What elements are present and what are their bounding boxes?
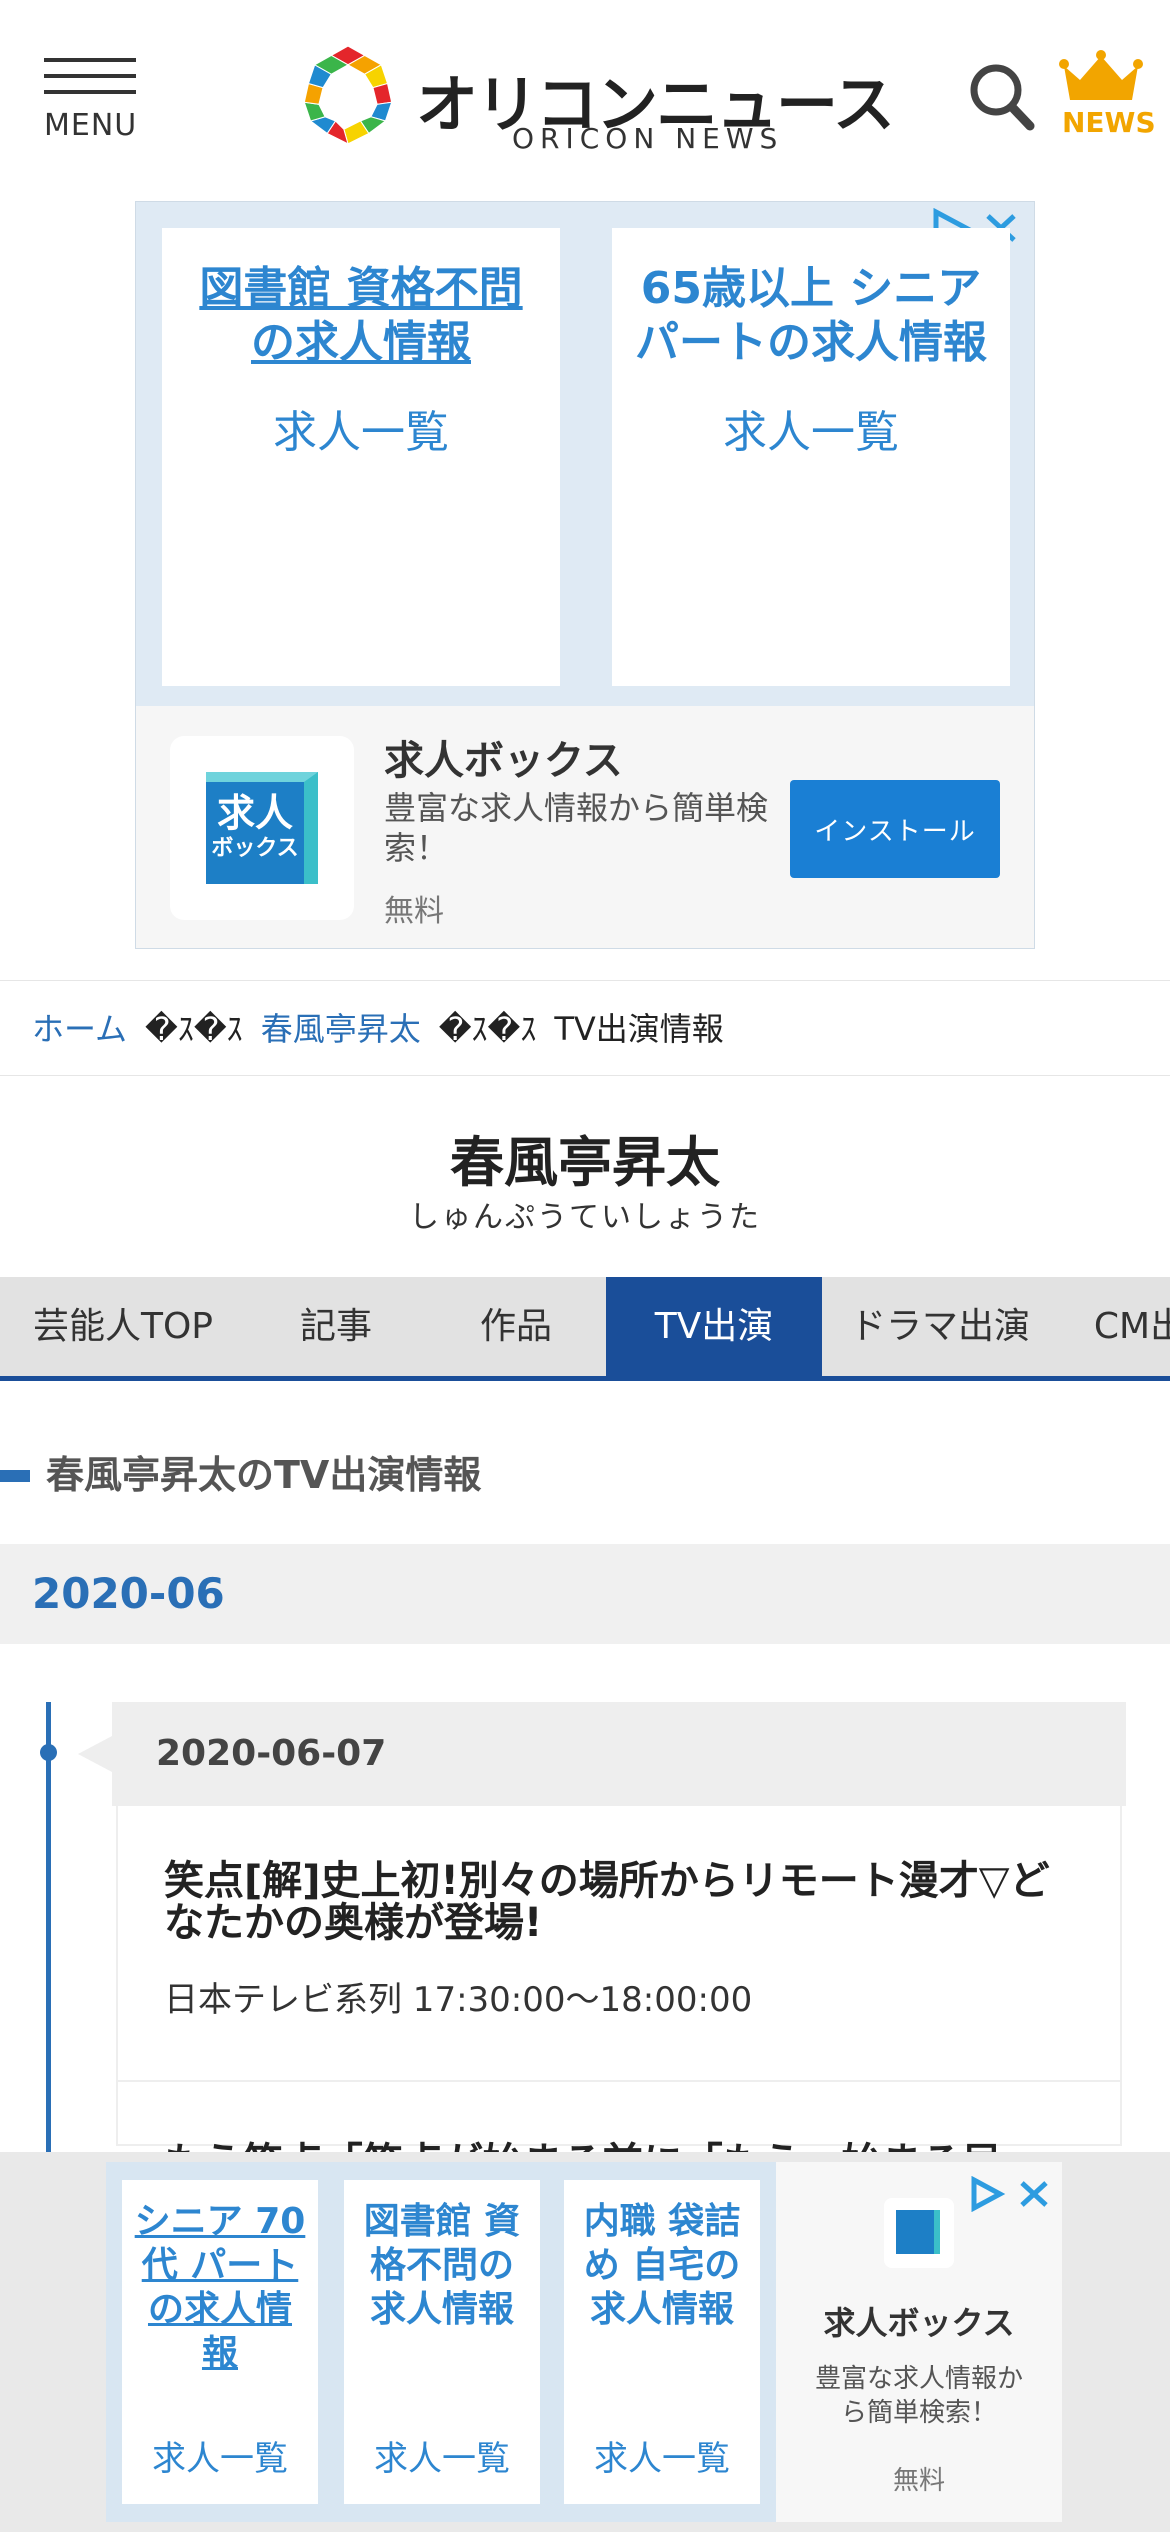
site-header: MENU オリコンニュース ORICON NEWS NEWS bbox=[0, 0, 1170, 190]
install-button[interactable]: インストール bbox=[790, 780, 1000, 878]
timeline-dot bbox=[40, 1744, 57, 1761]
tab-works[interactable]: 作品 bbox=[426, 1277, 606, 1376]
app-name: 求人ボックス bbox=[384, 738, 623, 784]
ad-tile-2[interactable]: 図書館 資格不問の求人情報 求人一覧 bbox=[344, 2180, 540, 2504]
news-label: NEWS bbox=[1062, 106, 1156, 139]
ad-tile-sub: 求人一覧 bbox=[594, 2439, 730, 2479]
ad-tile-1[interactable]: 図書館 資格不問の求人情報 求人一覧 bbox=[162, 228, 560, 686]
tab-drama[interactable]: ドラマ出演 bbox=[822, 1277, 1058, 1376]
divider bbox=[118, 2080, 1120, 2082]
bottom-advertisement: シニア 70代 パートの求人情報 求人一覧 図書館 資格不問の求人情報 求人一覧… bbox=[0, 2152, 1170, 2532]
app-icon-text: ボックス bbox=[211, 836, 299, 861]
tab-tv[interactable]: TV出演 bbox=[606, 1277, 822, 1376]
search-icon[interactable] bbox=[966, 60, 1036, 134]
ad-tile-sub: 求人一覧 bbox=[273, 407, 449, 458]
ad-choices-icon[interactable] bbox=[966, 2176, 1056, 2212]
month-heading: 2020-06 bbox=[0, 1544, 1170, 1644]
breadcrumb: ホーム �ｽ�ｽ 春風亭昇太 �ｽ�ｽ TV出演情報 bbox=[0, 980, 1170, 1076]
breadcrumb-separator: �ｽ�ｽ bbox=[145, 1010, 243, 1048]
ad-tile-title: シニア 70代 パートの求人情報 bbox=[134, 2201, 306, 2374]
app-icon bbox=[884, 2198, 954, 2268]
tab-top[interactable]: 芸能人TOP bbox=[0, 1277, 246, 1376]
logo-subtitle: ORICON NEWS bbox=[512, 122, 784, 155]
menu-button[interactable]: MENU bbox=[44, 58, 136, 148]
tab-cm[interactable]: CM出演 bbox=[1058, 1277, 1170, 1376]
app-description: 豊富な求人情報から簡単検索！ bbox=[384, 789, 769, 867]
ad-tile-1[interactable]: シニア 70代 パートの求人情報 求人一覧 bbox=[122, 2180, 318, 2504]
ad-app-promo[interactable]: 求人 ボックス 求人ボックス 豊富な求人情報から簡単検索！ 無料 インストール bbox=[136, 706, 1034, 948]
ad-tile-title: 図書館 資格不問の求人情報 bbox=[199, 263, 523, 368]
ad-tile-title: 内職 袋詰め 自宅の求人情報 bbox=[583, 2201, 741, 2330]
breadcrumb-separator: �ｽ�ｽ bbox=[438, 1010, 537, 1048]
section-heading: 春風亭昇太のTV出演情報 bbox=[0, 1450, 481, 1500]
breadcrumb-person-link[interactable]: 春風亭昇太 bbox=[261, 1010, 421, 1048]
app-icon: 求人 ボックス bbox=[170, 736, 354, 920]
ad-tile-sub: 求人一覧 bbox=[723, 407, 899, 458]
breadcrumb-current: TV出演情報 bbox=[554, 1010, 724, 1048]
program-title[interactable]: 笑点[解]史上初!別々の場所からリモート漫才▽どなたかの奥様が登場! bbox=[164, 1860, 1084, 1944]
ad-tile-3[interactable]: 内職 袋詰め 自宅の求人情報 求人一覧 bbox=[564, 2180, 760, 2504]
app-icon-text: 求人 bbox=[216, 791, 293, 835]
app-price: 無料 bbox=[384, 894, 444, 929]
app-description: 豊富な求人情報から簡単検索！ bbox=[814, 2364, 1023, 2428]
top-advertisement: 図書館 資格不問の求人情報 求人一覧 65歳以上 シニアパートの求人情報 求人一… bbox=[135, 201, 1035, 949]
program-broadcast-info: 日本テレビ系列 17:30:00〜18:00:00 bbox=[164, 1980, 753, 2020]
timeline-line bbox=[46, 1702, 51, 2152]
ad-tile-title: 図書館 資格不問の求人情報 bbox=[363, 2201, 521, 2330]
tab-articles[interactable]: 記事 bbox=[246, 1277, 426, 1376]
ad-tile-title: 65歳以上 シニアパートの求人情報 bbox=[635, 263, 987, 368]
app-price: 無料 bbox=[892, 2466, 945, 2496]
oricon-logo-icon[interactable] bbox=[296, 44, 400, 148]
app-name: 求人ボックス bbox=[823, 2304, 1015, 2342]
menu-label: MENU bbox=[44, 108, 138, 143]
ad-app-promo[interactable]: 求人ボックス 豊富な求人情報から簡単検索！ 無料 bbox=[776, 2162, 1062, 2522]
ad-tile-sub: 求人一覧 bbox=[374, 2439, 510, 2479]
breadcrumb-home-link[interactable]: ホーム bbox=[32, 1010, 127, 1048]
program-list: 笑点[解]史上初!別々の場所からリモート漫才▽どなたかの奥様が登場! 日本テレビ… bbox=[116, 1806, 1122, 2186]
ad-tile-sub: 求人一覧 bbox=[152, 2439, 288, 2479]
page-title-reading: しゅんぷうていしょうた bbox=[409, 1200, 761, 1235]
news-ranking-button[interactable]: NEWS bbox=[1058, 50, 1156, 140]
crown-icon bbox=[1059, 50, 1143, 100]
page-title: 春風亭昇太 bbox=[450, 1131, 720, 1194]
ad-tile-2[interactable]: 65歳以上 シニアパートの求人情報 求人一覧 bbox=[612, 228, 1010, 686]
profile-tabs: 芸能人TOP 記事 作品 TV出演 ドラマ出演 CM出演 bbox=[0, 1277, 1170, 1381]
entry-date: 2020-06-07 bbox=[78, 1702, 1126, 1806]
